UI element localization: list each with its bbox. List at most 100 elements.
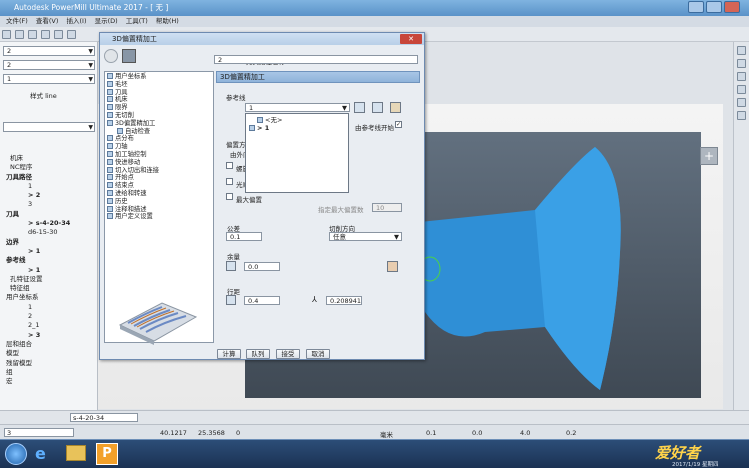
menu-help[interactable]: 帮助(H) [156,17,179,25]
tree-item[interactable]: 机床 [0,154,97,163]
allowance-input[interactable]: 0.0 [244,262,280,271]
tree-item[interactable]: > 2 [0,191,97,200]
combo-2[interactable]: 2 ▼ [3,60,95,70]
tree-item[interactable]: 2 [0,312,97,321]
tree-item[interactable]: 用户坐标系 [0,293,97,302]
chevron-down-icon: ▼ [88,62,93,69]
tree-item[interactable]: d6-15-30 [0,228,97,237]
cut-direction-select[interactable]: 任意 ▼ [329,232,402,241]
view-side-icon[interactable] [737,72,746,81]
tree-item-history[interactable]: 历史 [107,197,211,206]
tree-item-feeds[interactable]: 进给和转速 [107,189,211,198]
new-icon[interactable] [2,30,11,39]
tree-item[interactable]: > s-4-20-34 [0,219,97,228]
calculate-button[interactable]: 计算 [217,349,241,359]
undo-icon[interactable] [41,30,50,39]
cusp-height-input[interactable]: 0.208941 [326,296,362,305]
reference-pick-icon[interactable] [354,102,365,113]
folder-icon[interactable] [66,445,86,461]
tree-item[interactable]: 层和组合 [0,340,97,349]
zoom-icon[interactable] [737,98,746,107]
open-icon[interactable] [15,30,24,39]
tree-item[interactable]: > 1 [0,266,97,275]
tree-item[interactable]: > 1 [0,247,97,256]
smooth-checkbox[interactable] [226,178,233,185]
status-bar: 3 40.1217 25.3568 0 毫米 0.1 0.0 4.0 0.2 [0,424,749,439]
tree-item[interactable]: 2_1 [0,321,97,330]
tree-item[interactable]: 残留模型 [0,359,97,368]
tree-item[interactable]: 特征组 [0,284,97,293]
tree-item[interactable]: 参考线 [0,256,97,265]
toolpath-name-input[interactable]: 2 [214,55,418,64]
powermill-taskbar-icon[interactable]: P [96,443,118,465]
view-top-icon[interactable] [737,46,746,55]
tree-item[interactable]: 刀具路径 [0,173,97,182]
tree-item[interactable]: 模型 [0,349,97,358]
max-offset-checkbox[interactable] [226,193,233,200]
view-add-button[interactable]: + [700,147,718,165]
combo-4[interactable]: ▼ [3,122,95,132]
tolerance-input[interactable]: 0.1 [226,232,262,241]
menu-insert[interactable]: 插入(I) [67,17,87,25]
view-iso-icon[interactable] [737,85,746,94]
shade-icon[interactable] [737,111,746,120]
tree-item[interactable]: NC程序 [0,163,97,172]
tree-item[interactable]: 边界 [0,238,97,247]
reference-edit-icon[interactable] [372,102,383,113]
stepover-icon[interactable] [226,295,236,305]
ie-icon[interactable]: e [35,444,46,463]
print-icon[interactable] [67,30,76,39]
stepover-input[interactable]: 0.4 [244,296,280,305]
combo-1[interactable]: 2 ▼ [3,46,95,56]
tool-select[interactable]: s-4-20-34 [70,413,138,422]
tree-item-3d-offset[interactable]: 3D偏置精加工 [107,119,211,128]
tree-item-end-point[interactable]: 结束点 [107,182,211,190]
close-button[interactable] [724,1,740,13]
tree-item-tool-axis[interactable]: 刀轴 [107,143,211,151]
tree-item[interactable]: > 3 [0,331,97,340]
menu-file[interactable]: 文件(F) [6,17,28,25]
tree-item[interactable]: 刀具 [0,210,97,219]
tree-item-user-settings[interactable]: 用户定义设置 [107,213,211,221]
minimize-button[interactable] [688,1,704,13]
allowance-icon[interactable] [226,261,236,271]
layer-select[interactable]: 3 [4,428,74,437]
tree-item-point-dist[interactable]: 点分布 [107,135,211,143]
tree-item[interactable]: 孔特征设置 [0,275,97,284]
start-button[interactable] [5,443,27,465]
tree-item-start-point[interactable]: 开始点 [107,174,211,182]
queue-button[interactable]: 队列 [246,349,270,359]
combo-3[interactable]: 1 ▼ [3,74,95,84]
tree-item-limits[interactable]: 限界 [107,104,211,112]
maximize-button[interactable] [706,1,722,13]
template-icon[interactable] [122,49,136,63]
redo-icon[interactable] [54,30,63,39]
tree-item[interactable]: 1 [0,182,97,191]
view-front-icon[interactable] [737,59,746,68]
tree-item[interactable]: 1 [0,303,97,312]
tree-item-nocut[interactable]: 无切削 [107,111,211,120]
reference-select[interactable]: 1 ▼ [245,103,350,112]
save-icon[interactable] [28,30,37,39]
accept-button[interactable]: 接受 [276,349,300,359]
tree-item-block[interactable]: 毛坯 [107,80,211,89]
dialog-close-button[interactable]: ✕ [400,34,422,44]
max-offset-count-input[interactable]: 10 [372,203,402,212]
reference-new-icon[interactable] [390,102,401,113]
gear-icon[interactable] [104,49,118,63]
tree-item-rapid[interactable]: 快进移动 [107,158,211,167]
tree-item-workplane[interactable]: 用户坐标系 [107,73,211,81]
spiral-checkbox[interactable] [226,162,233,169]
dropdown-option-none[interactable]: <无> [249,116,345,124]
dropdown-option-1[interactable]: > 1 [249,124,345,132]
tree-item[interactable]: 3 [0,200,97,209]
tree-item[interactable]: 宏 [0,377,97,386]
component-thickness-icon[interactable] [387,261,398,272]
menu-tools[interactable]: 工具(T) [126,17,148,25]
start-from-reference-checkbox[interactable]: ✓ [395,121,402,128]
menu-display[interactable]: 显示(D) [95,17,118,25]
cancel-button[interactable]: 取消 [306,349,330,359]
tree-item[interactable]: 组 [0,368,97,377]
tree-item-axis-control[interactable]: 加工轴控制 [107,150,211,159]
menu-view[interactable]: 查看(V) [36,17,59,25]
